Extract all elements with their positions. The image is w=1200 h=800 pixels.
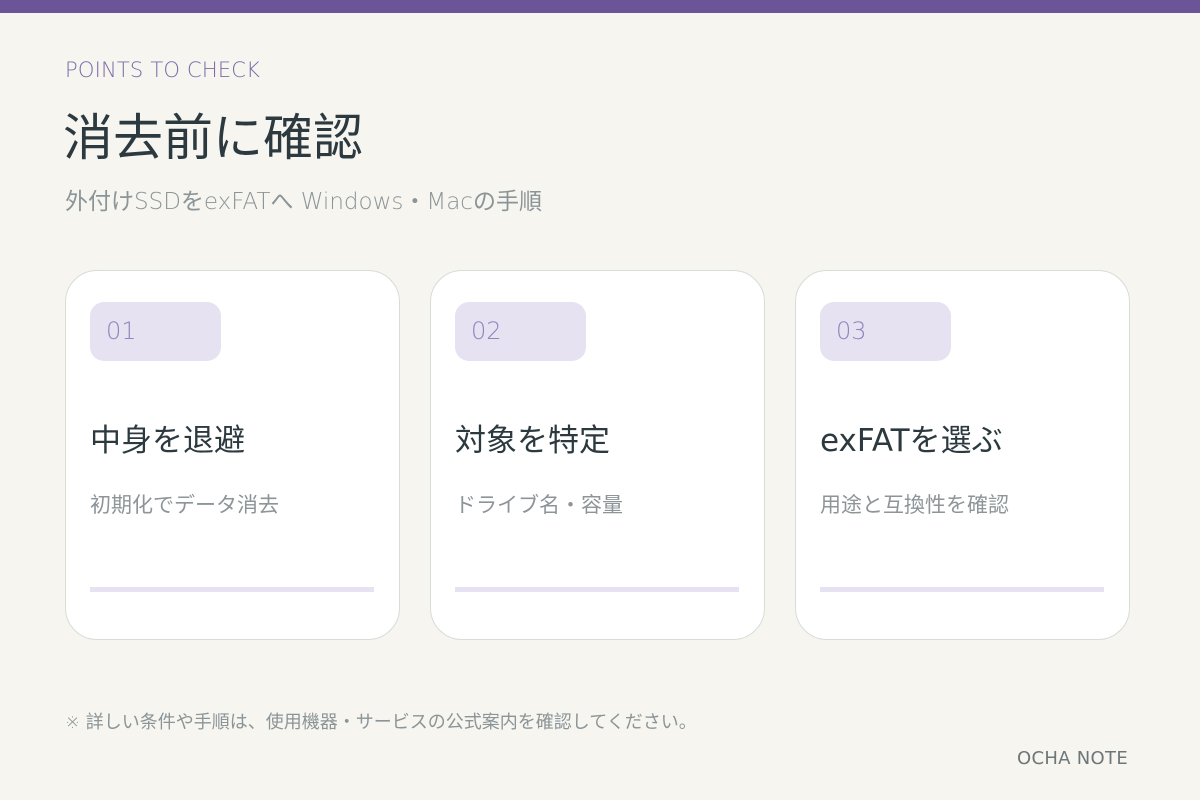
page-subtitle: 外付けSSDをexFATへ Windows・Macの手順 <box>65 189 542 215</box>
card-title: 対象を特定 <box>455 423 610 459</box>
card-title: exFATを選ぶ <box>820 423 1003 459</box>
footnote: ※ 詳しい条件や手順は、使用機器・サービスの公式案内を確認してください。 <box>65 712 697 733</box>
card-number-badge: 03 <box>820 302 951 361</box>
card-number-badge: 01 <box>90 302 221 361</box>
card-description: 初期化でデータ消去 <box>90 493 279 517</box>
checkpoint-card-2: 02 対象を特定 ドライブ名・容量 <box>430 270 765 640</box>
checkpoint-card-1: 01 中身を退避 初期化でデータ消去 <box>65 270 400 640</box>
card-divider <box>90 587 374 592</box>
checkpoint-card-3: 03 exFATを選ぶ 用途と互換性を確認 <box>795 270 1130 640</box>
card-number-badge: 02 <box>455 302 586 361</box>
card-divider <box>455 587 739 592</box>
card-divider <box>820 587 1104 592</box>
page-title: 消去前に確認 <box>63 109 363 167</box>
card-description: ドライブ名・容量 <box>455 493 623 517</box>
top-accent-bar <box>0 0 1200 13</box>
eyebrow-label: POINTS TO CHECK <box>65 58 261 82</box>
brand-label: OCHA NOTE <box>1016 748 1128 769</box>
card-title: 中身を退避 <box>90 423 245 459</box>
card-description: 用途と互換性を確認 <box>820 493 1009 517</box>
checkpoint-cards: 01 中身を退避 初期化でデータ消去 02 対象を特定 ドライブ名・容量 03 … <box>65 270 1130 640</box>
